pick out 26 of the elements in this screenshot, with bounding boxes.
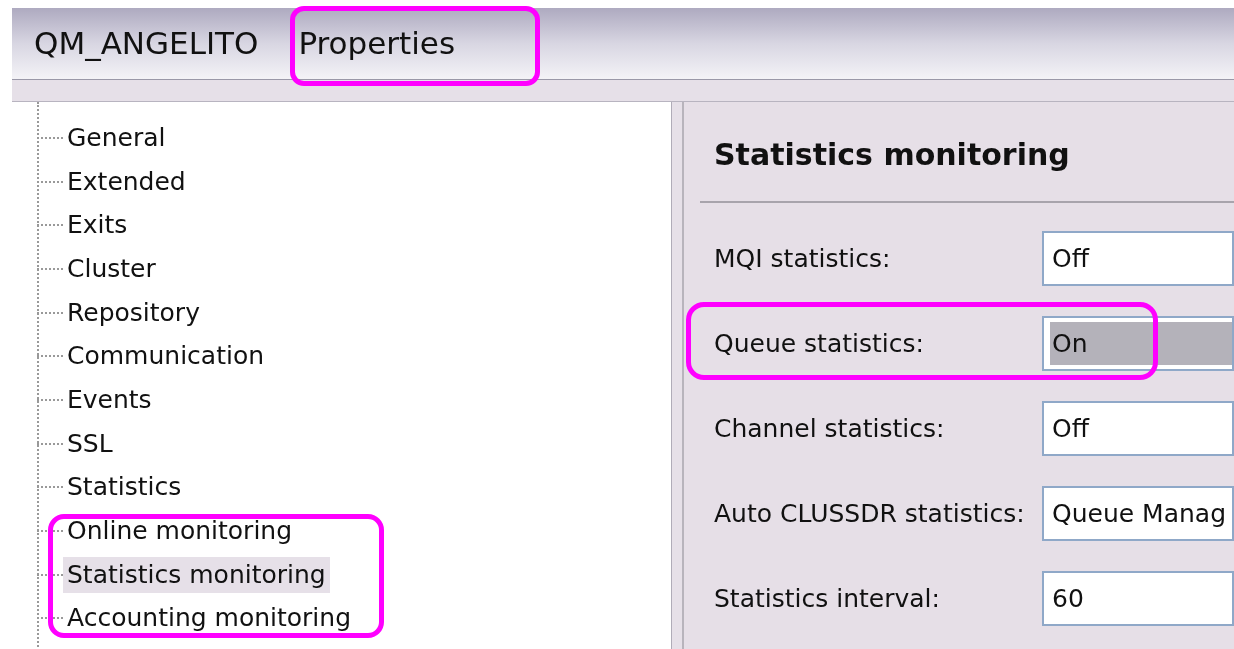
value-field[interactable]: Off	[1042, 231, 1234, 286]
tree-item[interactable]: Events	[63, 381, 156, 418]
tree-item[interactable]: Exits	[63, 207, 132, 244]
tree-item[interactable]: SSL	[63, 425, 117, 462]
tree-item[interactable]: Online monitoring	[63, 513, 297, 550]
field-label: Channel statistics:	[713, 412, 946, 445]
value-field[interactable]: Off	[1042, 401, 1234, 456]
value-field[interactable]: 60	[1042, 571, 1234, 626]
window-title: Properties	[298, 24, 456, 64]
splitter-bar[interactable]	[672, 102, 682, 649]
field-label: Auto CLUSSDR statistics:	[713, 497, 1026, 530]
tree-item[interactable]: Repository	[63, 294, 204, 331]
tree-item[interactable]: Cluster	[63, 250, 160, 287]
field-label: MQI statistics:	[713, 242, 892, 275]
tree-item[interactable]: Communication	[63, 338, 269, 375]
tree-item[interactable]: General	[63, 119, 170, 156]
tree-item[interactable]: Accounting monitoring	[63, 600, 356, 637]
field-label: Queue statistics:	[713, 327, 925, 360]
tree-item[interactable]: Statistics monitoring	[63, 556, 330, 593]
window-title: QM_ANGELITO	[34, 24, 259, 64]
value-field[interactable]: On	[1042, 316, 1234, 371]
tree-item[interactable]: Extended	[63, 163, 190, 200]
tree-item[interactable]: Statistics	[63, 469, 186, 506]
field-label: Statistics interval:	[713, 582, 941, 615]
value-field[interactable]: Queue Manag	[1042, 486, 1234, 541]
section-heading: Statistics monitoring	[713, 136, 1071, 174]
